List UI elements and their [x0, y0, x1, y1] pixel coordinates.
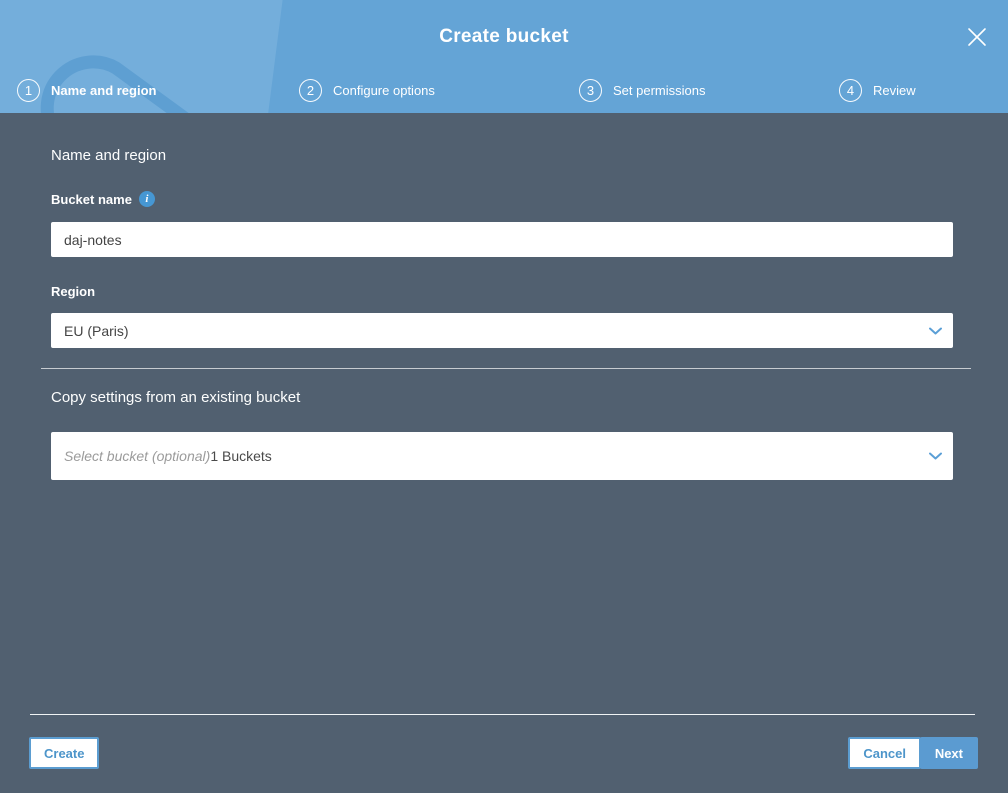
copy-bucket-select[interactable]: Select bucket (optional) 1 Buckets: [51, 432, 953, 480]
step-label: Configure options: [333, 82, 435, 98]
step-set-permissions[interactable]: 3 Set permissions: [579, 78, 705, 102]
step-number: 2: [299, 78, 322, 102]
section-divider: [41, 368, 971, 369]
bucket-name-input[interactable]: [51, 222, 953, 257]
footer-divider: [30, 714, 975, 715]
step-configure-options[interactable]: 2 Configure options: [299, 78, 435, 102]
create-bucket-dialog: Create bucket 1 Name and region 2 Config…: [0, 0, 1008, 793]
copy-bucket-placeholder: Select bucket (optional): [64, 448, 211, 464]
info-icon[interactable]: i: [138, 191, 155, 207]
next-button[interactable]: Next: [919, 737, 978, 769]
step-review[interactable]: 4 Review: [839, 78, 916, 102]
dialog-header: Create bucket 1 Name and region 2 Config…: [0, 0, 1008, 113]
dialog-title: Create bucket: [439, 26, 569, 47]
step-label: Review: [873, 82, 916, 98]
step-number: 1: [17, 78, 40, 102]
region-label: Region: [51, 284, 96, 299]
bucket-name-field-label: Bucket name i: [51, 191, 155, 207]
create-button[interactable]: Create: [29, 737, 100, 769]
region-field-label: Region: [51, 284, 95, 299]
region-select[interactable]: EU (Paris): [51, 313, 953, 348]
chevron-down-icon: [929, 327, 942, 335]
step-label: Set permissions: [613, 82, 706, 98]
section-title-name-region: Name and region: [51, 147, 167, 164]
step-label: Name and region: [51, 82, 157, 98]
close-icon[interactable]: [962, 23, 992, 53]
step-number: 3: [579, 78, 602, 102]
region-selected-value: EU (Paris): [64, 322, 129, 339]
cancel-button[interactable]: Cancel: [848, 737, 921, 769]
section-title-copy-settings: Copy settings from an existing bucket: [51, 389, 301, 406]
step-number: 4: [839, 78, 862, 102]
buckets-count: 1 Buckets: [210, 448, 272, 464]
chevron-down-icon: [929, 452, 942, 460]
step-name-and-region[interactable]: 1 Name and region: [17, 78, 156, 102]
bucket-name-label: Bucket name: [51, 191, 132, 207]
